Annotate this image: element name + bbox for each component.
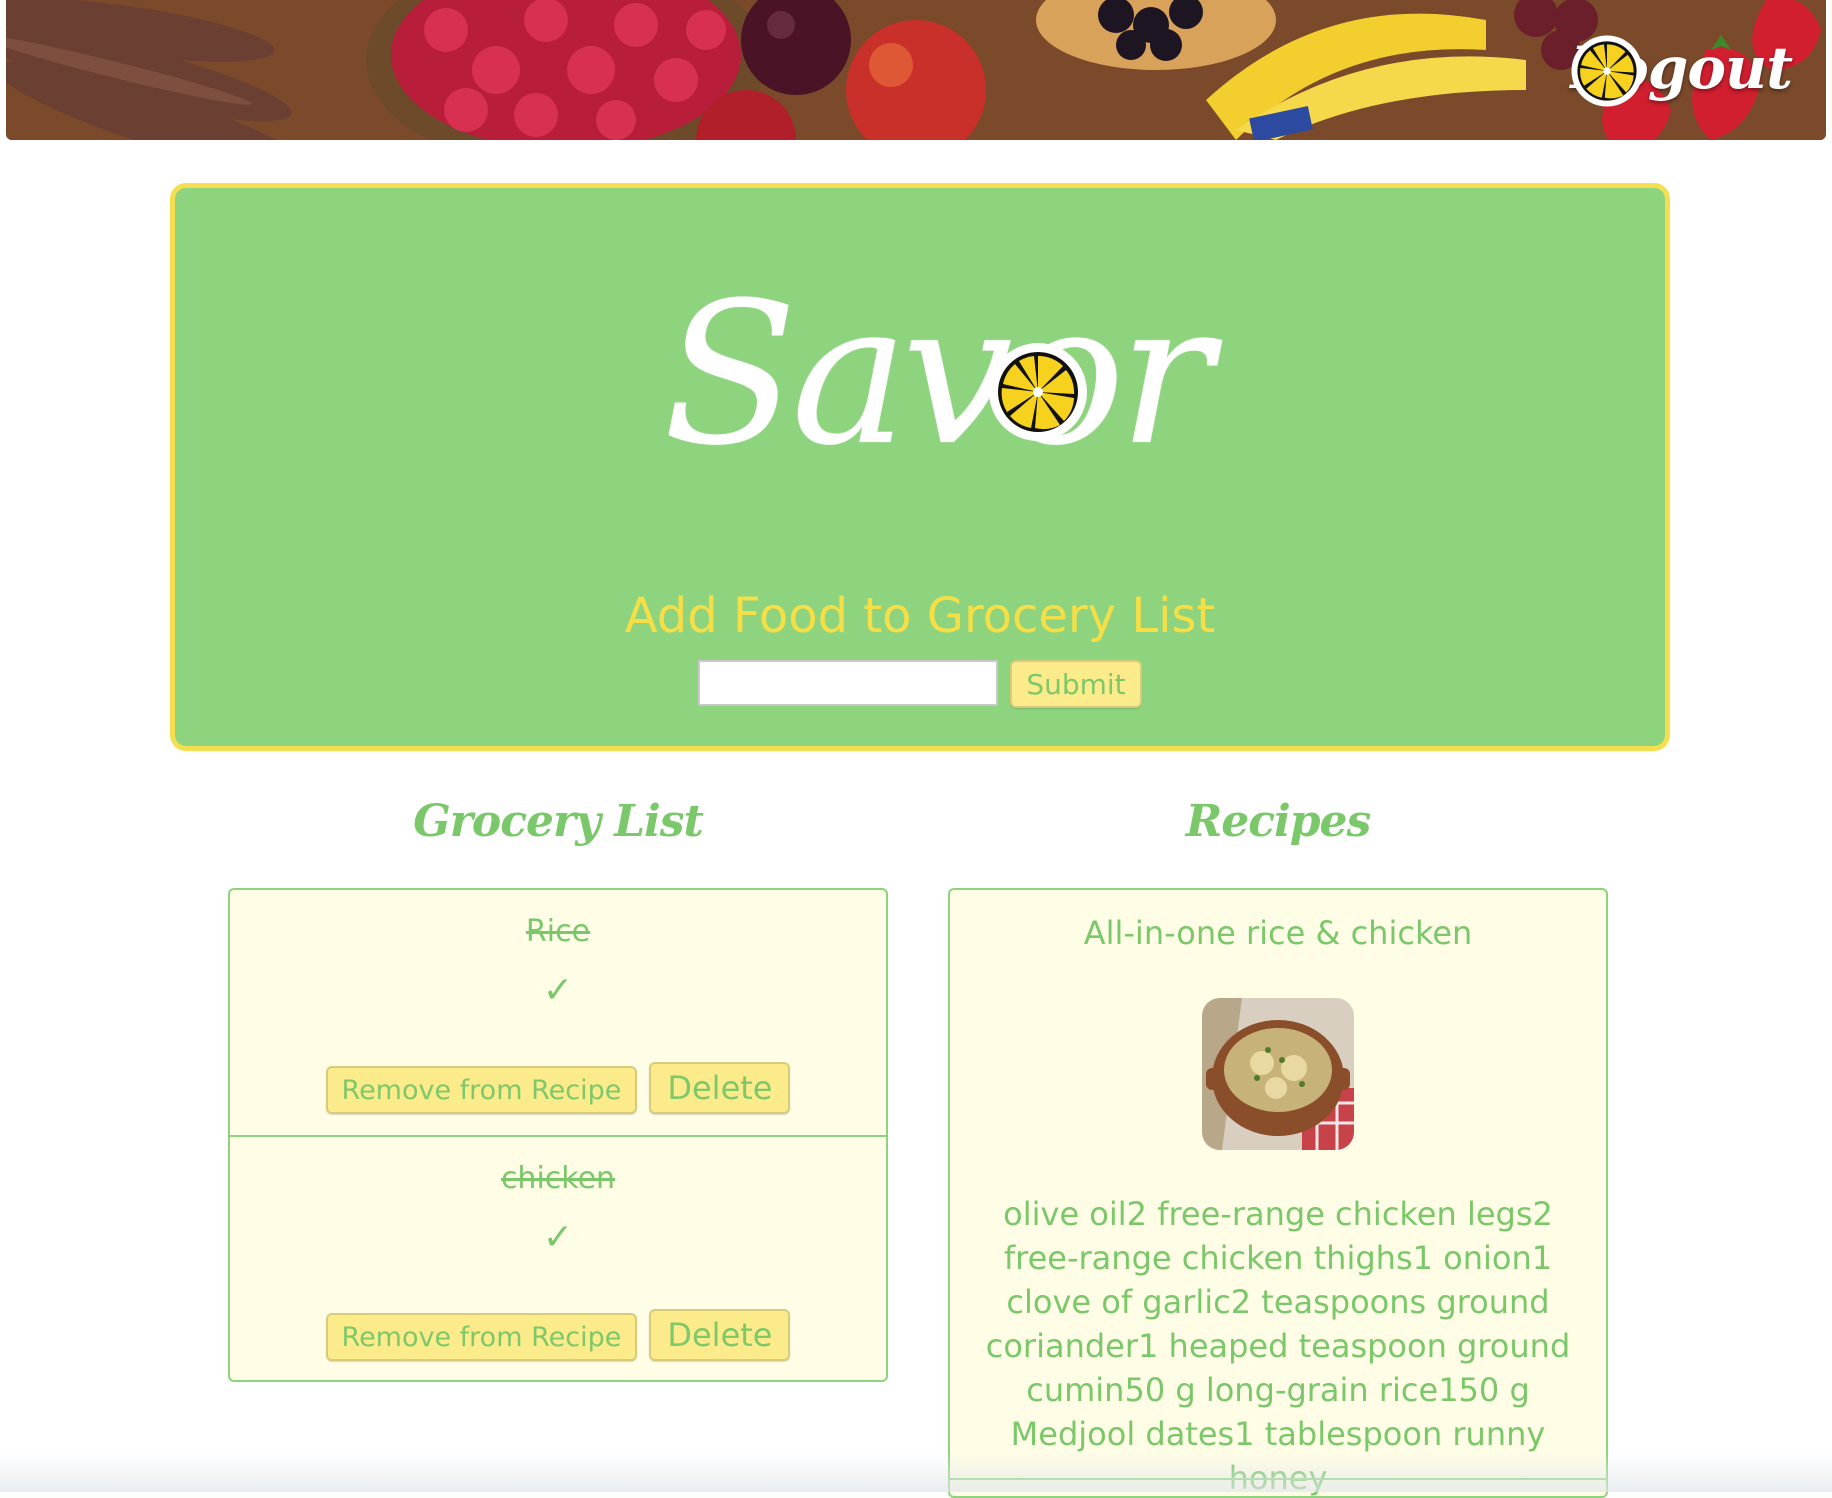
grocery-list-title: Grocery List <box>413 796 704 847</box>
submit-button[interactable]: Submit <box>1010 660 1142 708</box>
add-food-card: Savor Add Food to Grocery List Submit <box>170 183 1670 751</box>
recipe-image[interactable] <box>1202 998 1354 1150</box>
checkmark-icon: ✓ <box>542 970 574 1011</box>
recipes-title: Recipes <box>1185 796 1372 847</box>
recipe-ingredients: olive oil2 free-range chicken legs2 free… <box>985 1195 1571 1497</box>
list-item: chicken ✓ Remove from Recipe Delete <box>230 1135 886 1380</box>
header-banner: Logout <box>6 0 1826 140</box>
lemon-slice-icon <box>1571 35 1643 107</box>
item-name[interactable]: Rice <box>230 914 886 949</box>
add-food-title: Add Food to Grocery List <box>624 588 1216 644</box>
delete-button[interactable]: Delete <box>649 1309 791 1361</box>
item-name[interactable]: chicken <box>230 1161 886 1196</box>
fruit-banner-image <box>6 0 1826 140</box>
list-item: Rice ✓ Remove from Recipe Delete <box>230 890 886 1135</box>
delete-button[interactable]: Delete <box>649 1062 791 1114</box>
logout-button[interactable]: Logout <box>1570 34 1793 107</box>
remove-from-recipe-button[interactable]: Remove from Recipe <box>325 1313 638 1361</box>
food-input[interactable] <box>698 660 999 706</box>
logo-text: Savor <box>663 261 1213 489</box>
recipe-card: All-in-one rice & chicken olive oil2 fre… <box>948 888 1608 1498</box>
recipe-title[interactable]: All-in-one rice & chicken <box>950 914 1606 952</box>
checkmark-icon: ✓ <box>542 1217 574 1258</box>
grocery-list: Rice ✓ Remove from Recipe Delete chicken… <box>228 888 888 1382</box>
remove-from-recipe-button[interactable]: Remove from Recipe <box>325 1066 638 1114</box>
recipe-photo <box>1202 998 1354 1150</box>
savor-logo: Savor <box>663 270 1213 480</box>
lemon-slice-icon <box>989 343 1087 441</box>
divider <box>950 1478 1606 1480</box>
add-food-form: Submit <box>175 660 1665 708</box>
